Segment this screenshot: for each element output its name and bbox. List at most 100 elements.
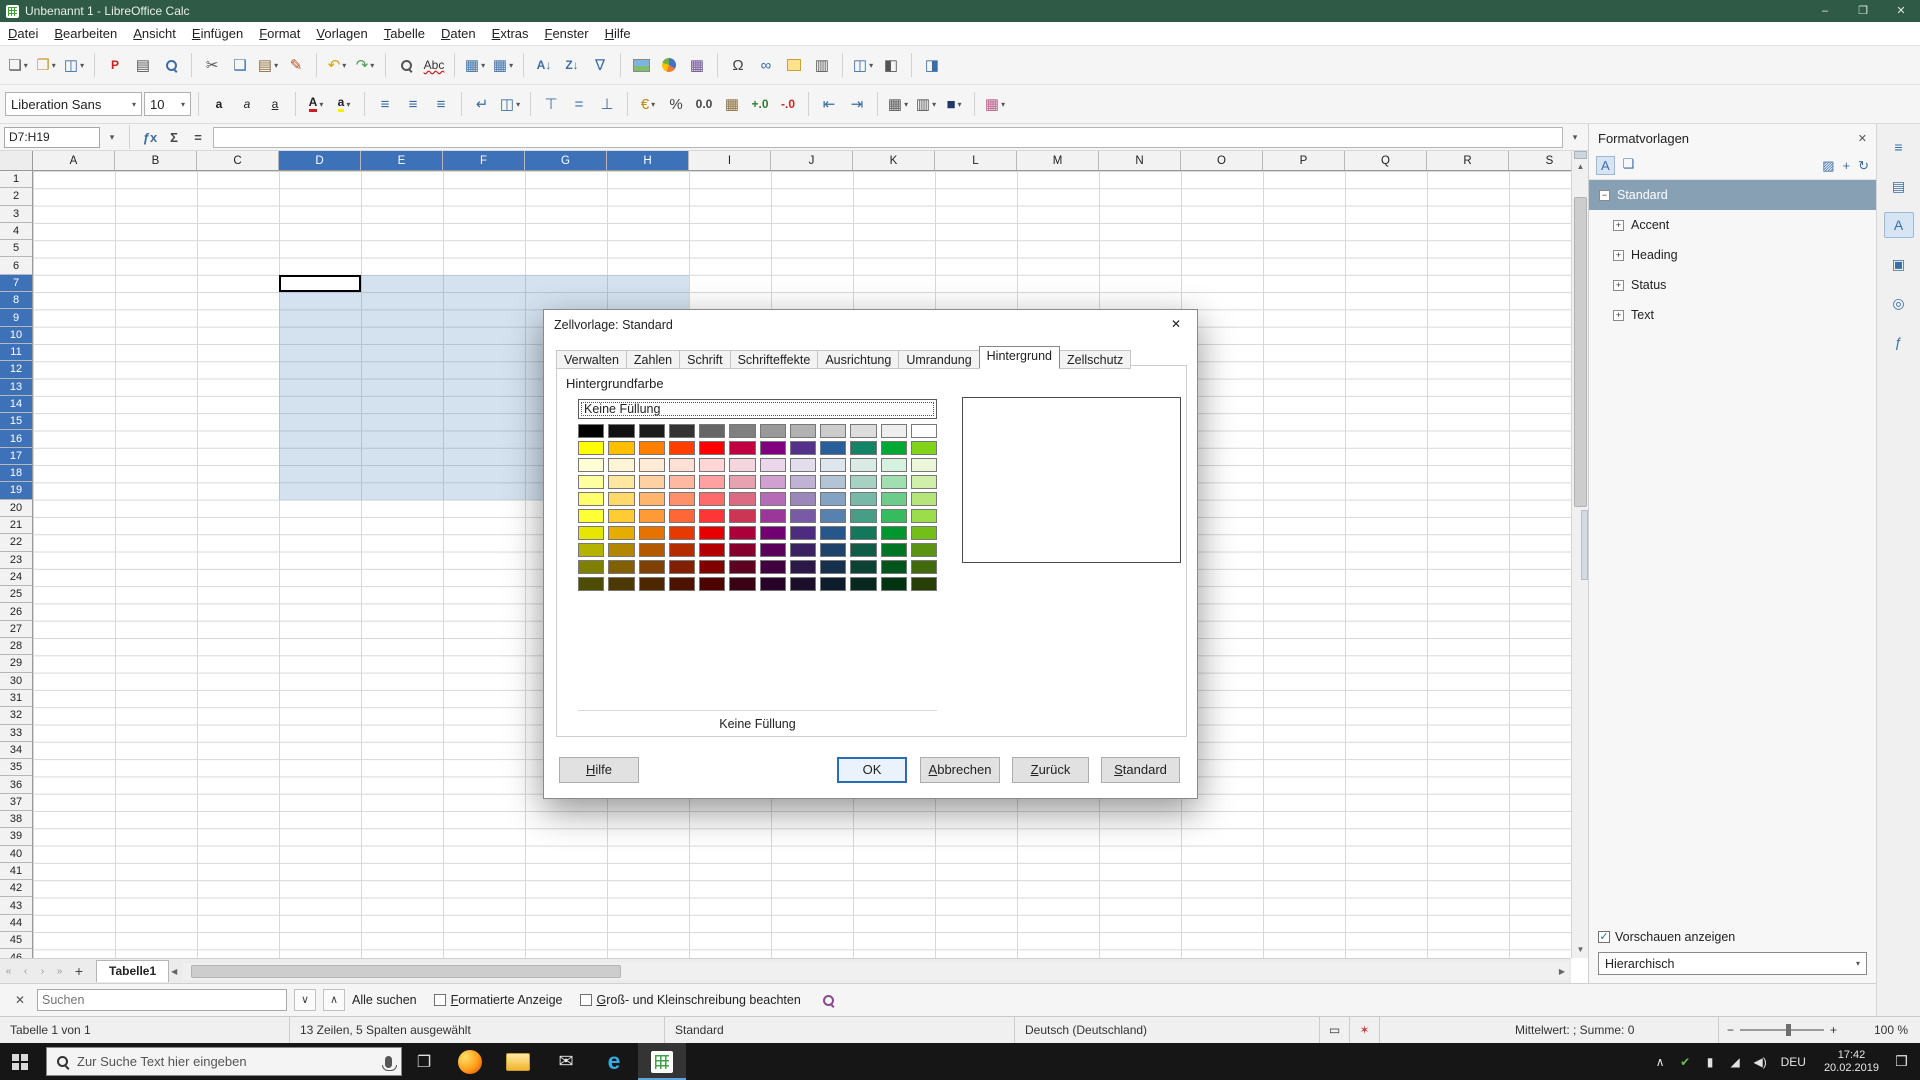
dialog-close-button[interactable]: ✕	[1155, 310, 1197, 338]
zoom-out-button[interactable]: −	[1727, 1023, 1734, 1037]
color-swatch-r2c2[interactable]	[608, 441, 635, 455]
styles-deck-button[interactable]: A	[1883, 212, 1914, 238]
color-swatch-r5c4[interactable]	[668, 492, 695, 506]
cut-button[interactable]: ✂	[199, 51, 225, 79]
color-swatch-r2c9[interactable]	[820, 441, 847, 455]
add-decimal-place-button[interactable]: +.0	[747, 90, 773, 118]
font-name-combobox[interactable]: Liberation Sans ▾	[5, 92, 142, 116]
column-header-c[interactable]: C	[197, 151, 279, 170]
match-case-checkbox[interactable]: Groß- und Kleinschreibung beachten	[579, 993, 801, 1007]
color-swatch-r7c3[interactable]	[638, 526, 665, 540]
color-swatch-r3c11[interactable]	[880, 458, 907, 472]
color-swatch-r6c10[interactable]	[850, 509, 877, 523]
align-bottom-button[interactable]: ⊥	[594, 90, 620, 118]
color-swatch-r2c4[interactable]	[668, 441, 695, 455]
color-swatch-r2c8[interactable]	[789, 441, 816, 455]
color-swatch-r5c10[interactable]	[850, 492, 877, 506]
zoom-slider-thumb[interactable]	[1786, 1024, 1792, 1036]
align-center-button[interactable]: ≡	[400, 90, 426, 118]
row-header-21[interactable]: 21	[0, 517, 32, 535]
color-swatch-r2c11[interactable]	[880, 441, 907, 455]
color-swatch-r8c12[interactable]	[910, 543, 937, 557]
color-swatch-r10c11[interactable]	[880, 577, 907, 591]
style-item-accent[interactable]: + Accent	[1589, 210, 1876, 240]
column-header-m[interactable]: M	[1017, 151, 1099, 170]
color-swatch-r3c1[interactable]	[578, 458, 605, 472]
column-header-s[interactable]: S	[1509, 151, 1571, 170]
color-swatch-r10c10[interactable]	[850, 577, 877, 591]
color-swatch-r7c9[interactable]	[820, 526, 847, 540]
row-header-41[interactable]: 41	[0, 863, 32, 881]
color-swatch-r8c3[interactable]	[638, 543, 665, 557]
tab-schrift[interactable]: Schrift	[679, 350, 731, 369]
color-swatch-r1c5[interactable]	[699, 424, 726, 438]
color-swatch-r5c6[interactable]	[729, 492, 756, 506]
color-swatch-r9c7[interactable]	[759, 560, 786, 574]
task-view-button[interactable]: ❐	[402, 1043, 446, 1080]
color-swatch-r2c10[interactable]	[850, 441, 877, 455]
row-header-7[interactable]: 7	[0, 274, 32, 293]
find-and-replace-button[interactable]	[393, 51, 419, 79]
sort-descending-button[interactable]: Z↓	[559, 51, 585, 79]
menu-format[interactable]: Format	[251, 23, 308, 44]
zoom-slider[interactable]	[1740, 1024, 1825, 1036]
scroll-up-icon[interactable]: ▲	[1572, 159, 1589, 175]
row-header-29[interactable]: 29	[0, 655, 32, 673]
row-header-10[interactable]: 10	[0, 326, 32, 344]
scroll-left-icon[interactable]: ◀	[167, 965, 181, 978]
row-header-39[interactable]: 39	[0, 828, 32, 846]
column-header-b[interactable]: B	[115, 151, 197, 170]
color-swatch-r4c7[interactable]	[759, 475, 786, 489]
row-header-19[interactable]: 19	[0, 482, 32, 500]
color-swatch-r10c2[interactable]	[608, 577, 635, 591]
autofilter-button[interactable]: ∇	[587, 51, 613, 79]
row-header-35[interactable]: 35	[0, 759, 32, 777]
freeze-rows-and-columns-button[interactable]: ◫ ▾	[850, 51, 876, 79]
document-modified-icon[interactable]: ✶	[1350, 1017, 1380, 1043]
minimize-button[interactable]: –	[1806, 0, 1844, 22]
paste-button[interactable]: ▤ ▾	[255, 51, 281, 79]
color-swatch-r5c2[interactable]	[608, 492, 635, 506]
row-header-33[interactable]: 33	[0, 725, 32, 742]
color-swatch-r7c1[interactable]	[578, 526, 605, 540]
tab-umrandung[interactable]: Umrandung	[898, 350, 980, 369]
color-swatch-r9c10[interactable]	[850, 560, 877, 574]
menu-fenster[interactable]: Fenster	[537, 23, 597, 44]
taskbar-clock[interactable]: 17:42 20.02.2019	[1814, 1049, 1889, 1075]
tab-schrifteffekte[interactable]: Schrifteffekte	[729, 350, 819, 369]
row-header-4[interactable]: 4	[0, 223, 32, 241]
style-filter-dropdown[interactable]: Hierarchisch ▾	[1598, 952, 1867, 975]
column-header-r[interactable]: R	[1427, 151, 1509, 170]
color-swatch-r10c8[interactable]	[789, 577, 816, 591]
row-header-22[interactable]: 22	[0, 534, 32, 552]
row-header-8[interactable]: 8	[0, 292, 32, 310]
color-swatch-r3c8[interactable]	[789, 458, 816, 472]
row-header-16[interactable]: 16	[0, 430, 32, 448]
color-swatch-r1c3[interactable]	[638, 424, 665, 438]
column-header-o[interactable]: O	[1181, 151, 1263, 170]
color-swatch-r2c12[interactable]	[910, 441, 937, 455]
color-swatch-r10c5[interactable]	[699, 577, 726, 591]
color-swatch-r5c7[interactable]	[759, 492, 786, 506]
row-header-44[interactable]: 44	[0, 915, 32, 933]
color-swatch-r1c4[interactable]	[668, 424, 695, 438]
center-vertically-button[interactable]: =	[566, 90, 592, 118]
column-header-i[interactable]: I	[689, 151, 771, 170]
align-left-button[interactable]: ≡	[372, 90, 398, 118]
underline-button[interactable]: a	[262, 90, 288, 118]
color-swatch-r7c10[interactable]	[850, 526, 877, 540]
column-header-g[interactable]: G	[525, 151, 607, 170]
color-swatch-r7c2[interactable]	[608, 526, 635, 540]
no-fill-option[interactable]: Keine Füllung	[578, 399, 937, 419]
menu-daten[interactable]: Daten	[433, 23, 484, 44]
row-header-37[interactable]: 37	[0, 794, 32, 811]
split-handle[interactable]	[1574, 151, 1587, 159]
column-header-j[interactable]: J	[771, 151, 853, 170]
expander-icon[interactable]: −	[1599, 189, 1610, 201]
style-item-status[interactable]: + Status	[1589, 270, 1876, 300]
volume-icon[interactable]: ◀)	[1748, 1055, 1773, 1069]
row-header-24[interactable]: 24	[0, 569, 32, 587]
color-swatch-r9c11[interactable]	[880, 560, 907, 574]
row-header-3[interactable]: 3	[0, 206, 32, 223]
taskbar-search[interactable]: Zur Suche Text hier eingeben	[46, 1047, 402, 1076]
